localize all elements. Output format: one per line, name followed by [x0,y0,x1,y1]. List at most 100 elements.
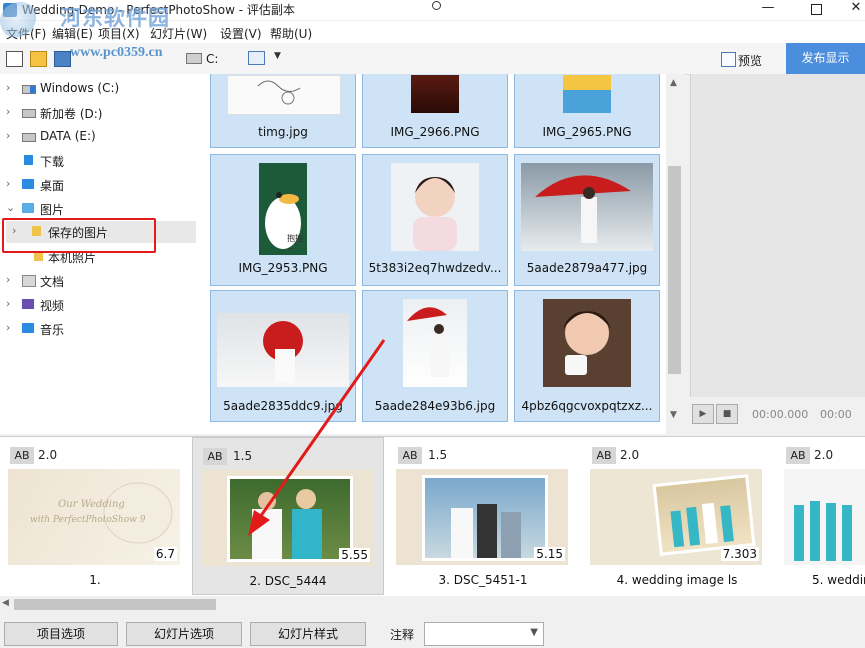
tree-item-music[interactable]: › 音乐 [0,318,204,340]
scrollbar-thumb[interactable] [668,166,681,374]
close-button[interactable]: ✕ [836,0,865,20]
slide-item[interactable]: AB 2.0 Our Wedding with PerfectPhotoShow… [0,437,190,593]
scroll-down-icon[interactable]: ▼ [670,410,677,420]
chevron-down-icon[interactable]: ▼ [274,51,281,61]
thumbnail-card[interactable]: 5aade2835ddc9.jpg [210,290,356,422]
view-mode-icon[interactable] [248,51,265,65]
new-file-icon[interactable] [6,51,23,67]
slide-thumbnail: 7.303 [590,469,762,565]
thumbnail-image [403,299,467,387]
tree-item-label: 文档 [40,275,65,289]
slide-length: 7.303 [720,547,759,561]
thumbnail-card[interactable]: 4pbz6qgcvoxpqtzxz... [514,290,660,422]
wedding-group [451,504,521,558]
chevron-down-icon[interactable]: ▼ [530,627,538,638]
transition-ab-icon[interactable]: AB [592,447,616,464]
thumbnail-caption: 5aade284e93b6.jpg [374,399,496,413]
tree-item-label: 下载 [40,155,65,169]
menu-help[interactable]: 帮助(U) [270,25,312,42]
chevron-right-icon[interactable]: › [6,129,10,142]
chevron-right-icon[interactable]: › [6,273,10,286]
scroll-left-icon[interactable]: ◀ [2,598,9,608]
thumbnail-card[interactable]: IMG_2965.PNG [514,74,660,148]
tree-item-pictures[interactable]: ⌄ 图片 [0,198,204,220]
transition-ab-icon[interactable]: AB [786,447,810,464]
slide-name: 1. [89,573,101,587]
slide-duration: 1.5 [233,449,253,463]
publish-button[interactable]: 发布显示 [786,43,865,74]
thumbnail-caption: IMG_2965.PNG [542,125,632,139]
tree-item-label: 图片 [40,203,65,217]
maximize-button[interactable] [796,0,836,20]
tree-item-drive-d[interactable]: › 新加卷 (D:) [0,102,204,124]
tree-item-videos[interactable]: › 视频 [0,294,204,316]
tree-item-documents[interactable]: › 文档 [0,270,204,292]
chevron-right-icon[interactable]: › [6,81,10,94]
scroll-up-icon[interactable]: ▲ [670,78,677,88]
tree-item-downloads[interactable]: 下载 [0,150,204,172]
tree-item-label: 音乐 [40,323,65,337]
chevron-right-icon[interactable]: › [6,177,10,190]
note-dropdown[interactable]: ▼ [424,622,544,646]
drive-icon [186,53,202,64]
watermark-title: 河东软件园 [60,5,170,30]
thumbnail-card[interactable]: timg.jpg [210,74,356,148]
download-folder-icon [24,155,33,165]
watermark-logo-icon [0,2,40,40]
slide-style-button[interactable]: 幻灯片样式 [250,622,366,646]
tree-item-desktop[interactable]: › 桌面 [0,174,204,196]
tree-item-windows-c[interactable]: › Windows (C:) [0,78,204,100]
stop-button[interactable]: ■ [716,404,738,424]
preview-pane [690,74,865,397]
drive-icon [22,133,36,142]
thumbnail-caption: 5t383i2eq7hwdzedv... [368,261,502,275]
slide-item-selected[interactable]: AB 1.5 5.55 2. DSC_5444 [192,437,384,595]
minimize-button[interactable]: — [748,0,788,20]
thumbnail-card[interactable]: 5aade2879a477.jpg [514,154,660,286]
slide-item[interactable]: AB 2.0 5. weddin [776,437,865,593]
save-icon[interactable] [54,51,71,67]
thumbnail-image [227,75,341,115]
slide-strip: AB 2.0 Our Wedding with PerfectPhotoShow… [0,436,865,597]
wedding-photo [652,474,756,556]
preview-button[interactable]: 预览 [738,52,762,69]
transition-ab-icon[interactable]: AB [10,447,34,464]
preview-icon[interactable] [721,52,736,67]
grid-scrollbar[interactable]: ▲ ▼ [666,74,684,434]
thumbnail-caption: 5aade2835ddc9.jpg [223,399,343,413]
play-button[interactable]: ▶ [692,404,714,424]
umbrella-photo [535,175,631,243]
chevron-down-icon[interactable]: ⌄ [6,201,15,214]
highlight-box [2,218,156,253]
thumbnail-card[interactable]: IMG_2966.PNG [362,74,508,148]
open-folder-icon[interactable] [30,51,47,67]
folder-tree: › Windows (C:) › 新加卷 (D:) › DATA (E:) 下载… [0,74,204,434]
playback-controls: ▶ ■ 00:00.000 00:00 [690,400,865,430]
transition-ab-icon[interactable]: AB [398,447,422,464]
slide-name: 2. DSC_5444 [249,574,327,588]
chevron-right-icon[interactable]: › [6,105,10,118]
project-options-button[interactable]: 项目选项 [4,622,118,646]
transition-ab-icon[interactable]: AB [203,448,227,465]
scrollbar-thumb[interactable] [14,599,216,610]
toddler-photo [563,311,611,375]
tree-item-drive-e[interactable]: › DATA (E:) [0,126,204,148]
slide-thumbnail [784,469,865,565]
chevron-right-icon[interactable]: › [6,321,10,334]
slide-name: 5. weddin [812,573,865,587]
chevron-right-icon[interactable]: › [6,297,10,310]
strip-scrollbar[interactable]: ◀ [0,596,865,613]
drive-selector[interactable]: C: [206,52,218,66]
thumbnail-card[interactable]: 5t383i2eq7hwdzedv... [362,154,508,286]
drive-icon [22,109,36,118]
thumbnail-card[interactable]: 5aade284e93b6.jpg [362,290,508,422]
slide-item[interactable]: AB 2.0 7.303 4. wedding image ls [582,437,772,593]
slide-options-button[interactable]: 幻灯片选项 [126,622,242,646]
menu-settings[interactable]: 设置(V) [220,25,262,42]
thumbnail-card[interactable]: 抱抱~ IMG_2953.PNG [210,154,356,286]
thumbnail-caption: timg.jpg [258,125,308,139]
tree-item-label: 视频 [40,299,65,313]
thumbnail-image [521,163,653,251]
thumbnail-image [391,163,479,251]
slide-item[interactable]: AB 1.5 5.15 3. DSC_5451-1 [388,437,578,593]
